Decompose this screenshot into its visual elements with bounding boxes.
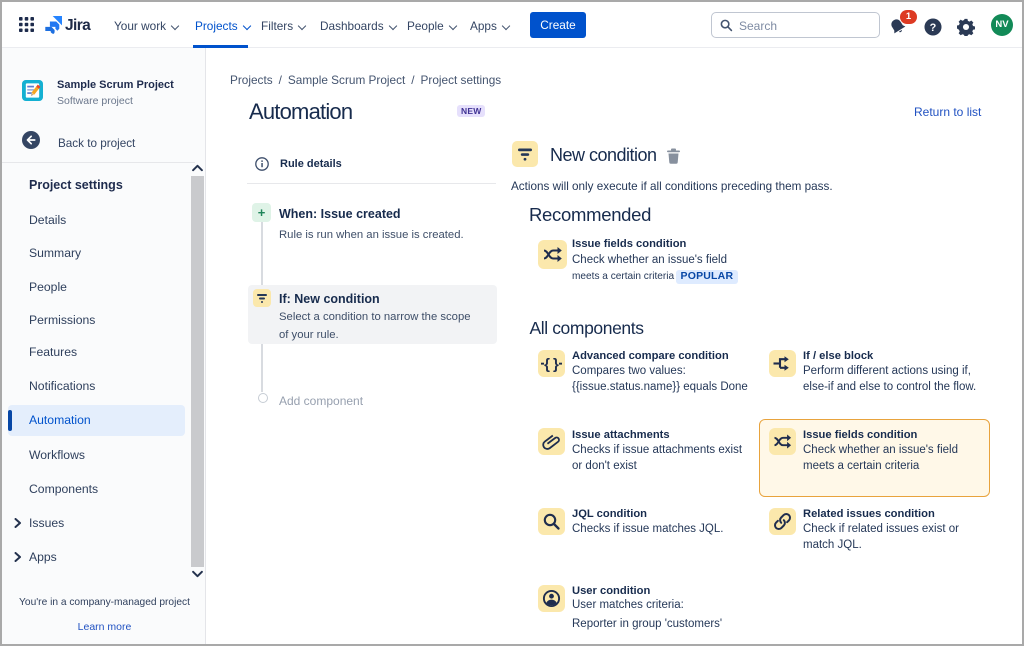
svg-text:{ }: { } bbox=[544, 356, 559, 373]
svg-text:?: ? bbox=[930, 22, 937, 34]
